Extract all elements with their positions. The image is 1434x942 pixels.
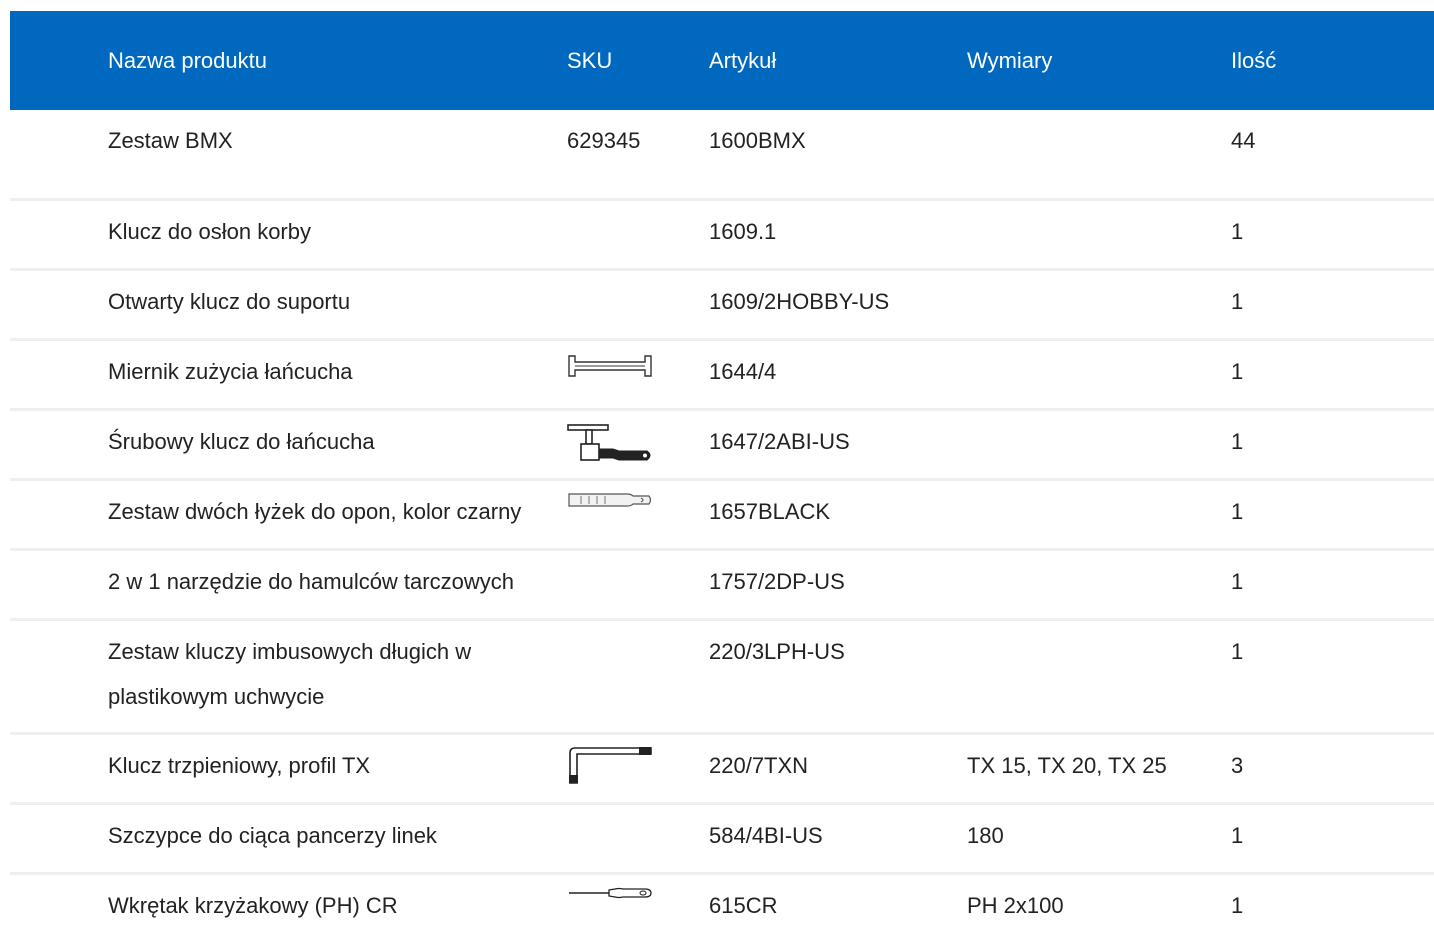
product-article: 1647/2ABI-US: [709, 429, 850, 454]
product-article: 1609.1: [709, 219, 777, 244]
product-sku: [567, 805, 709, 813]
table-row: Śrubowy klucz do łańcucha 1647/2ABI-US 1: [10, 408, 1434, 478]
product-dimensions: PH 2x100: [967, 893, 1064, 918]
product-article: 615CR: [709, 893, 778, 918]
product-quantity: 1: [1231, 639, 1244, 664]
product-quantity: 1: [1231, 289, 1244, 314]
product-name: Klucz do osłon korby: [108, 219, 311, 244]
product-dimensions: [967, 411, 1231, 419]
product-image-cell: [567, 481, 709, 507]
product-article: 220/7TXN: [709, 753, 809, 778]
product-quantity: 44: [1231, 128, 1256, 153]
product-dimensions: [967, 271, 1231, 279]
table-header: Nazwa produktu SKU Artykuł Wymiary Ilość: [10, 11, 1434, 110]
product-sku: [567, 551, 709, 559]
product-sku: [567, 201, 709, 209]
product-name: Klucz trzpieniowy, profil TX: [108, 753, 371, 778]
product-sku: [567, 621, 709, 629]
torx-key-icon[interactable]: [567, 745, 653, 785]
header-dimensions[interactable]: Wymiary: [967, 49, 1231, 72]
product-name: Wkrętak krzyżakowy (PH) CR: [108, 893, 398, 918]
table-row: Klucz trzpieniowy, profil TX 220/7TXN TX…: [10, 732, 1434, 802]
product-dimensions: [967, 481, 1231, 489]
product-quantity: 1: [1231, 359, 1244, 384]
product-name: Zestaw kluczy imbusowych długich w plast…: [108, 639, 472, 709]
product-article: 584/4BI-US: [709, 823, 823, 848]
table-row: Klucz do osłon korby 1609.1 1: [10, 198, 1434, 268]
table-row: Zestaw BMX 629345 1600BMX 44: [10, 110, 1434, 198]
product-name: Szczypce do ciąca pancerzy linek: [108, 823, 437, 848]
product-dimensions: [967, 201, 1231, 209]
product-name: Miernik zużycia łańcucha: [108, 359, 353, 384]
header-article[interactable]: Artykuł: [709, 49, 967, 72]
table-row: Zestaw dwóch łyżek do opon, kolor czarny…: [10, 478, 1434, 548]
product-name: Śrubowy klucz do łańcucha: [108, 429, 375, 454]
product-article: 1644/4: [709, 359, 777, 384]
table-row: Zestaw kluczy imbusowych długich w plast…: [10, 618, 1434, 732]
product-image-cell: [567, 735, 709, 784]
product-name: Zestaw BMX: [108, 128, 233, 153]
product-quantity: 1: [1231, 499, 1244, 524]
product-article: 1657BLACK: [709, 499, 831, 524]
product-sku: [567, 271, 709, 279]
header-quantity[interactable]: Ilość: [1231, 49, 1434, 72]
product-article: 1600BMX: [709, 128, 806, 153]
tire-lever-icon[interactable]: [567, 491, 653, 509]
product-quantity: 1: [1231, 219, 1244, 244]
product-name: Zestaw dwóch łyżek do opon, kolor czarny: [108, 499, 522, 524]
product-dimensions: 180: [967, 823, 1004, 848]
header-sku[interactable]: SKU: [567, 49, 709, 72]
product-quantity: 1: [1231, 569, 1244, 594]
product-name: 2 w 1 narzędzie do hamulców tarczowych: [108, 569, 514, 594]
table-row: Miernik zużycia łańcucha 1644/4 1: [10, 338, 1434, 408]
product-dimensions: [967, 621, 1231, 629]
product-article: 1609/2HOBBY-US: [709, 289, 890, 314]
table-row: Wkrętak krzyżakowy (PH) CR 615CR PH 2x10…: [10, 872, 1434, 942]
product-quantity: 1: [1231, 429, 1244, 454]
product-image-cell: [567, 875, 709, 899]
product-sku: 629345: [567, 128, 641, 153]
product-dimensions: [967, 551, 1231, 559]
product-quantity: 1: [1231, 893, 1244, 918]
product-dimensions: TX 15, TX 20, TX 25: [967, 753, 1167, 778]
product-image-cell: [567, 341, 709, 377]
header-name[interactable]: Nazwa produktu: [10, 49, 567, 72]
table-row: 2 w 1 narzędzie do hamulców tarczowych 1…: [10, 548, 1434, 618]
product-article: 1757/2DP-US: [709, 569, 845, 594]
product-name: Otwarty klucz do suportu: [108, 289, 351, 314]
table-row: Szczypce do ciąca pancerzy linek 584/4BI…: [10, 802, 1434, 872]
chain-gauge-icon[interactable]: [567, 353, 653, 379]
product-dimensions: [967, 110, 1231, 118]
product-image-cell: [567, 411, 709, 461]
screwdriver-icon[interactable]: [567, 885, 653, 901]
chain-tool-icon[interactable]: [567, 423, 653, 465]
table-row: Otwarty klucz do suportu 1609/2HOBBY-US …: [10, 268, 1434, 338]
product-article: 220/3LPH-US: [709, 639, 845, 664]
product-dimensions: [967, 341, 1231, 349]
product-table: Nazwa produktu SKU Artykuł Wymiary Ilość…: [10, 11, 1434, 942]
product-quantity: 3: [1231, 753, 1244, 778]
product-quantity: 1: [1231, 823, 1244, 848]
